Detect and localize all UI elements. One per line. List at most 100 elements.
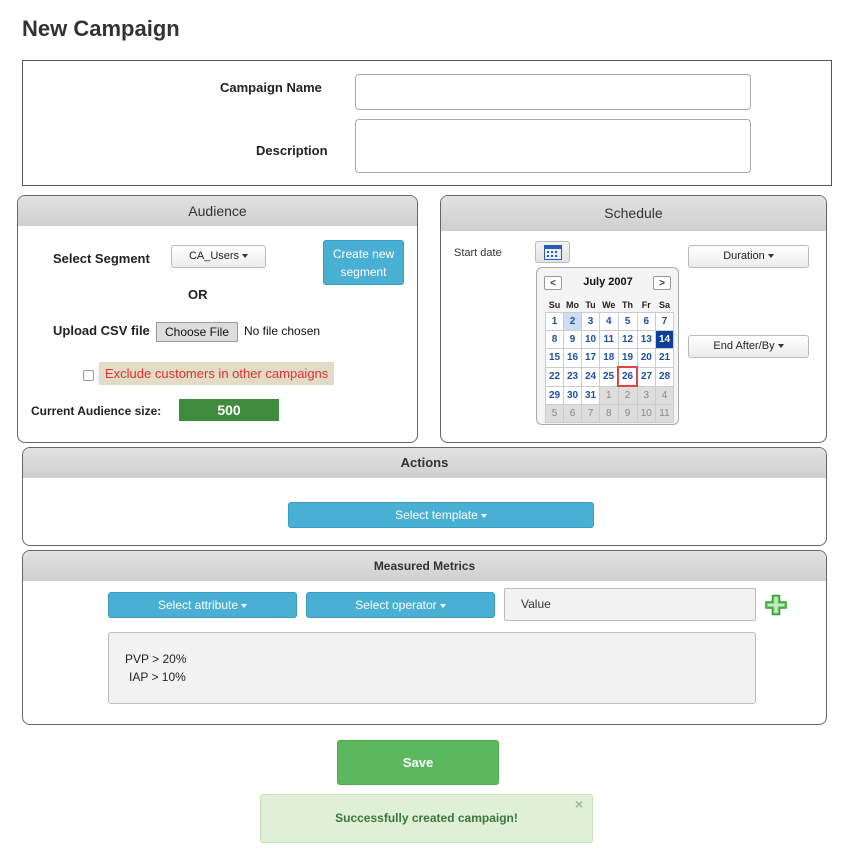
weekday-label: Su [548, 300, 561, 310]
end-after-dropdown-label: End After/By [713, 340, 775, 352]
metrics-rules-box[interactable]: PVP > 20% IAP > 10% [108, 632, 756, 704]
calendar-day-other-month[interactable]: 8 [599, 404, 619, 423]
calendar-day-other-month[interactable]: 9 [617, 404, 638, 423]
or-label: OR [188, 287, 208, 302]
calendar-day[interactable]: 28 [655, 366, 674, 387]
calendar-day[interactable]: 23 [563, 366, 582, 387]
calendar-day[interactable]: 20 [636, 348, 656, 368]
calendar-day[interactable]: 24 [581, 366, 600, 387]
metric-rule: PVP > 20% [125, 652, 187, 666]
calendar-day[interactable]: 3 [581, 312, 600, 331]
schedule-panel: Schedule Start date Duration End After/B… [440, 195, 827, 443]
caret-down-icon [480, 513, 487, 518]
select-attribute-button[interactable]: Select attribute [108, 592, 297, 618]
calendar-day[interactable]: 9 [563, 330, 582, 349]
calendar-next-button[interactable]: > [653, 276, 671, 290]
create-segment-button[interactable]: Create new segment [323, 240, 404, 285]
calendar-day[interactable]: 7 [655, 312, 674, 331]
actions-panel: Actions Select template [22, 447, 827, 546]
calendar-icon[interactable] [535, 241, 570, 263]
schedule-header: Schedule [441, 196, 826, 231]
select-template-button[interactable]: Select template [288, 502, 594, 528]
campaign-name-input[interactable] [355, 74, 751, 110]
calendar-day-selected[interactable]: 14 [655, 330, 674, 349]
calendar-day-other-month[interactable]: 6 [563, 404, 582, 423]
weekday-label: Th [622, 300, 633, 310]
page-title: New Campaign [22, 16, 180, 41]
calendar-day[interactable]: 11 [599, 330, 619, 349]
calendar-day[interactable]: 13 [636, 330, 656, 349]
current-audience-label: Current Audience size: [31, 404, 162, 418]
calendar-week-row: 22 23 24 25 26 27 28 [545, 366, 674, 387]
duration-dropdown-label: Duration [723, 250, 765, 262]
calendar-day[interactable]: 15 [545, 348, 564, 368]
calendar-day[interactable]: 25 [599, 366, 619, 387]
calendar-week-row: 29 30 31 1 2 3 4 [545, 385, 674, 405]
success-alert: Successfully created campaign! × [260, 794, 593, 843]
exclude-checkbox[interactable] [83, 370, 94, 381]
weekday-label: Mo [566, 300, 579, 310]
calendar-day[interactable]: 1 [545, 312, 564, 331]
value-input[interactable]: Value [504, 588, 756, 621]
calendar-day[interactable]: 22 [545, 366, 564, 387]
calendar-day-other-month[interactable]: 2 [617, 385, 638, 405]
metrics-panel: Measured Metrics Select attribute Select… [22, 550, 827, 725]
calendar-day-other-month[interactable]: 11 [655, 404, 674, 423]
calendar-day-other-month[interactable]: 5 [545, 404, 564, 423]
calendar-day[interactable]: 18 [599, 348, 619, 368]
calendar-day[interactable]: 4 [599, 312, 619, 331]
description-input[interactable] [355, 119, 751, 173]
calendar-week-row: 1 2 3 4 5 6 7 [545, 312, 674, 331]
segment-dropdown[interactable]: CA_Users [171, 245, 266, 268]
select-operator-button[interactable]: Select operator [306, 592, 495, 618]
calendar-day[interactable]: 19 [617, 348, 638, 368]
choose-file-button[interactable]: Choose File [156, 322, 238, 342]
calendar-prev-button[interactable]: < [544, 276, 562, 290]
description-label: Description [256, 143, 328, 158]
calendar-week-row: 8 9 10 11 12 13 14 [545, 330, 674, 349]
duration-dropdown[interactable]: Duration [688, 245, 809, 268]
weekday-label: We [602, 300, 616, 310]
calendar-day[interactable]: 16 [563, 348, 582, 368]
calendar-day[interactable]: 29 [545, 385, 564, 405]
calendar-day-highlighted[interactable]: 26 [617, 366, 638, 387]
actions-header: Actions [23, 448, 826, 478]
save-button[interactable]: Save [337, 740, 499, 785]
calendar-day-other-month[interactable]: 1 [599, 385, 619, 405]
plus-icon[interactable] [764, 594, 788, 616]
success-message: Successfully created campaign! [335, 811, 518, 825]
select-segment-label: Select Segment [53, 251, 150, 266]
calendar-day-other-month[interactable]: 3 [636, 385, 656, 405]
caret-down-icon [777, 344, 784, 349]
calendar-grid: Su Mo Tu We Th Fr Sa 1 2 3 4 5 6 7 8 9 1… [545, 298, 674, 423]
calendar-day-other-month[interactable]: 10 [636, 404, 656, 423]
end-after-dropdown[interactable]: End After/By [688, 335, 809, 358]
caret-down-icon [767, 254, 774, 259]
calendar-week-row: 15 16 17 18 19 20 21 [545, 348, 674, 368]
calendar-day[interactable]: 5 [617, 312, 638, 331]
caret-down-icon [439, 603, 446, 608]
calendar-day[interactable]: 8 [545, 330, 564, 349]
calendar-day-other-month[interactable]: 7 [581, 404, 600, 423]
close-icon[interactable]: × [575, 781, 583, 828]
upload-csv-label: Upload CSV file [53, 323, 150, 338]
calendar-day-today[interactable]: 2 [563, 312, 582, 331]
start-date-label: Start date [454, 247, 502, 259]
calendar-day[interactable]: 10 [581, 330, 600, 349]
value-placeholder: Value [521, 597, 551, 611]
campaign-name-label: Campaign Name [220, 80, 322, 95]
calendar-day[interactable]: 6 [636, 312, 656, 331]
no-file-text: No file chosen [244, 324, 321, 338]
calendar-day-other-month[interactable]: 4 [655, 385, 674, 405]
calendar-weekday-row: Su Mo Tu We Th Fr Sa [546, 298, 674, 313]
calendar-day[interactable]: 30 [563, 385, 582, 405]
calendar-day[interactable]: 17 [581, 348, 600, 368]
calendar-day[interactable]: 31 [581, 385, 600, 405]
calendar-day[interactable]: 12 [617, 330, 638, 349]
select-attribute-label: Select attribute [157, 598, 239, 612]
campaign-basics-panel: Campaign Name Description [22, 60, 832, 186]
calendar-day[interactable]: 21 [655, 348, 674, 368]
audience-panel: Audience Select Segment CA_Users Create … [17, 195, 418, 443]
calendar-day[interactable]: 27 [636, 366, 656, 387]
caret-down-icon [241, 603, 248, 608]
